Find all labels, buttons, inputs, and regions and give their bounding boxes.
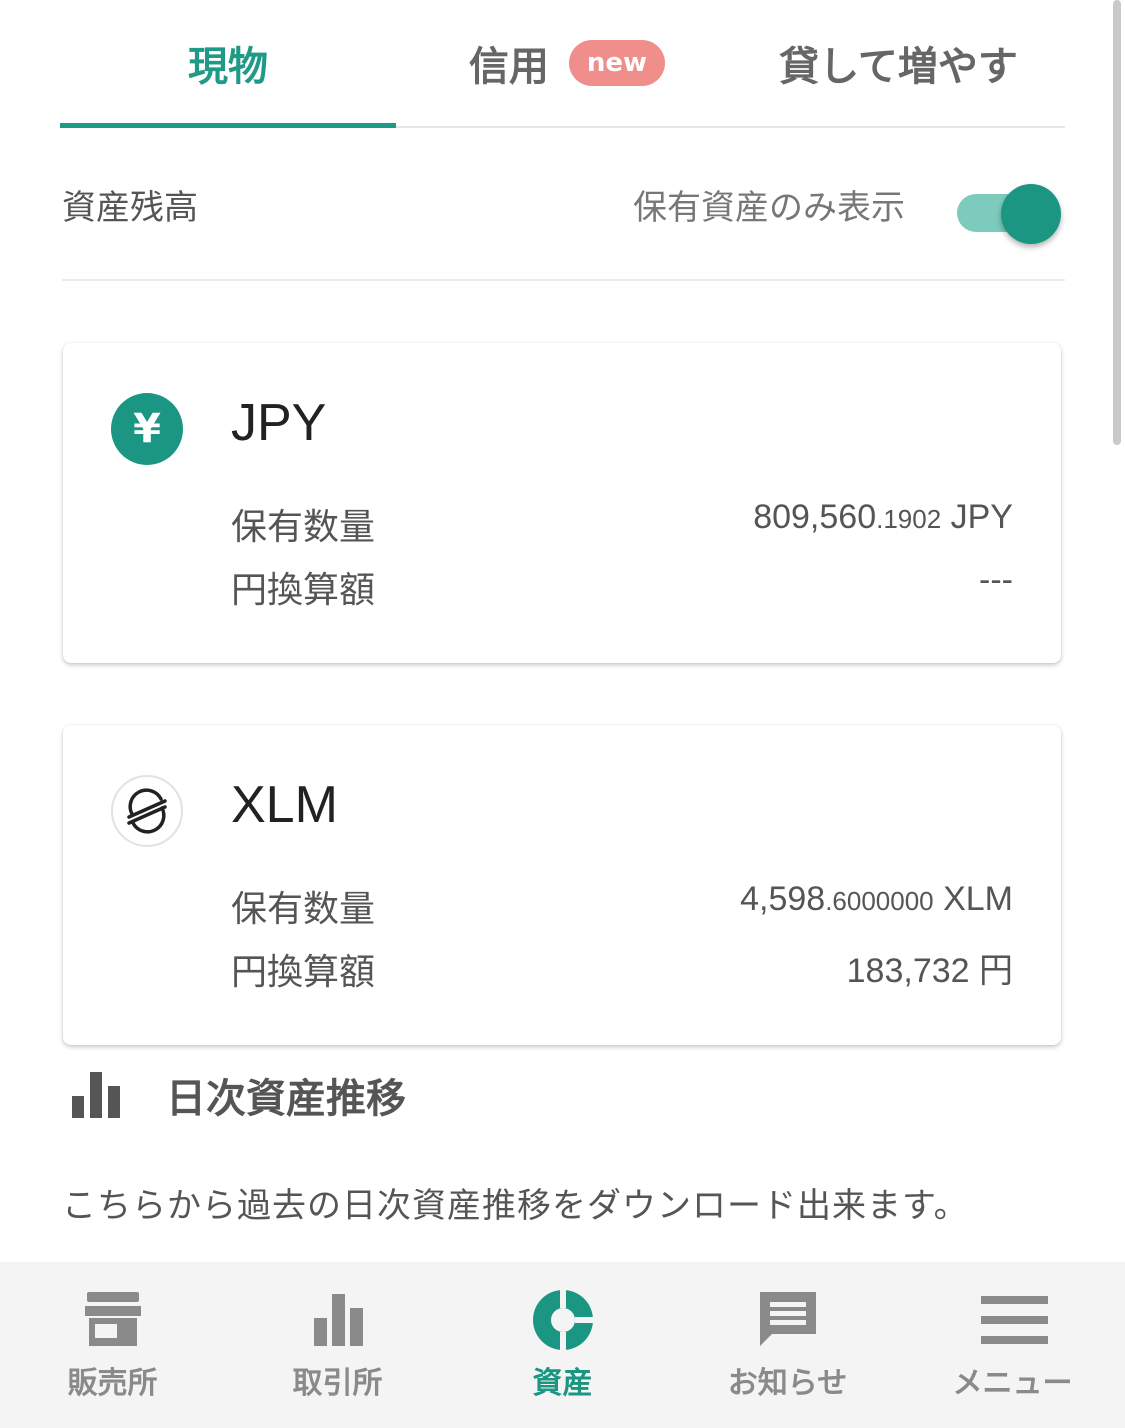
nav-label: 資産 — [532, 1366, 593, 1401]
quantity-unit: XLM — [933, 880, 1013, 918]
nav-label: お知らせ — [727, 1366, 848, 1401]
tab-genbutsu-label: 現物 — [188, 44, 268, 90]
quantity-main: 4,598 — [740, 880, 826, 918]
new-badge: new — [568, 40, 666, 86]
jpy-value-label: 円換算額 — [231, 570, 376, 611]
balance-header: 資産残高 保有資産のみ表示 — [62, 160, 1065, 250]
menu-icon — [980, 1296, 1048, 1344]
tab-kashite[interactable]: 貸して増やす — [732, 0, 1065, 126]
tab-genbutsu[interactable]: 現物 — [60, 0, 396, 126]
yen-icon: ¥ — [111, 393, 183, 465]
quantity-main: 809,560 — [753, 498, 877, 536]
daily-assets-header: 日次資産推移 — [70, 1066, 670, 1126]
nav-item-news[interactable]: お知らせ — [675, 1262, 900, 1428]
asset-card-jpy[interactable]: ¥ JPY 保有数量 809,560.1902 JPY 円換算額 --- — [63, 343, 1061, 663]
balance-title: 資産残高 — [62, 188, 198, 228]
nav-item-menu[interactable]: メニュー — [900, 1262, 1125, 1428]
tab-kashite-label: 貸して増やす — [779, 44, 1018, 90]
nav-item-assets[interactable]: 資産 — [450, 1262, 675, 1428]
holdings-only-toggle[interactable] — [955, 172, 1061, 244]
quantity-fraction: .6000000 — [825, 886, 934, 916]
stellar-icon — [111, 775, 183, 847]
divider — [62, 279, 1065, 281]
nav-label: 取引所 — [292, 1366, 383, 1401]
yen-icon-glyph: ¥ — [133, 406, 161, 452]
nav-label: 販売所 — [67, 1366, 158, 1401]
nav-item-exchange[interactable]: 取引所 — [225, 1262, 450, 1428]
message-icon — [759, 1292, 816, 1346]
jpy-value: --- — [979, 561, 1013, 599]
tab-shinyo-label: 信用 — [468, 44, 549, 90]
jpy-value-label: 円換算額 — [231, 952, 376, 993]
nav-label: メニュー — [952, 1366, 1073, 1401]
quantity-label: 保有数量 — [231, 889, 376, 930]
bottom-navigation: 販売所 取引所 資産 お知らせ メニュー — [0, 1262, 1125, 1428]
quantity-label: 保有数量 — [231, 507, 376, 548]
pie-chart-icon — [532, 1288, 595, 1352]
bar-chart-icon — [72, 1072, 120, 1118]
nav-item-store[interactable]: 販売所 — [0, 1262, 225, 1428]
quantity-value: 4,598.6000000 XLM — [740, 880, 1013, 919]
daily-assets-description: こちらから過去の日次資産推移をダウンロード出来ます。 — [62, 1186, 969, 1226]
holdings-only-label: 保有資産のみ表示 — [633, 188, 905, 228]
asset-card-xlm[interactable]: XLM 保有数量 4,598.6000000 XLM 円換算額 183,732 … — [63, 725, 1061, 1045]
quantity-value: 809,560.1902 JPY — [753, 498, 1013, 537]
store-icon — [84, 1292, 141, 1346]
tab-shinyo[interactable]: 信用 new — [396, 0, 732, 126]
toggle-thumb — [1001, 184, 1061, 244]
daily-assets-title: 日次資産推移 — [166, 1076, 406, 1122]
quantity-unit: JPY — [941, 498, 1013, 536]
active-tab-indicator — [60, 123, 396, 128]
scrollbar[interactable] — [1113, 0, 1121, 445]
tab-bar: 現物 信用 new 貸して増やす — [60, 0, 1065, 128]
jpy-value: 183,732 円 — [846, 952, 1013, 990]
quantity-fraction: .1902 — [876, 504, 942, 534]
bar-chart-icon — [313, 1294, 363, 1346]
asset-symbol: JPY — [231, 394, 327, 452]
asset-symbol: XLM — [231, 776, 338, 834]
